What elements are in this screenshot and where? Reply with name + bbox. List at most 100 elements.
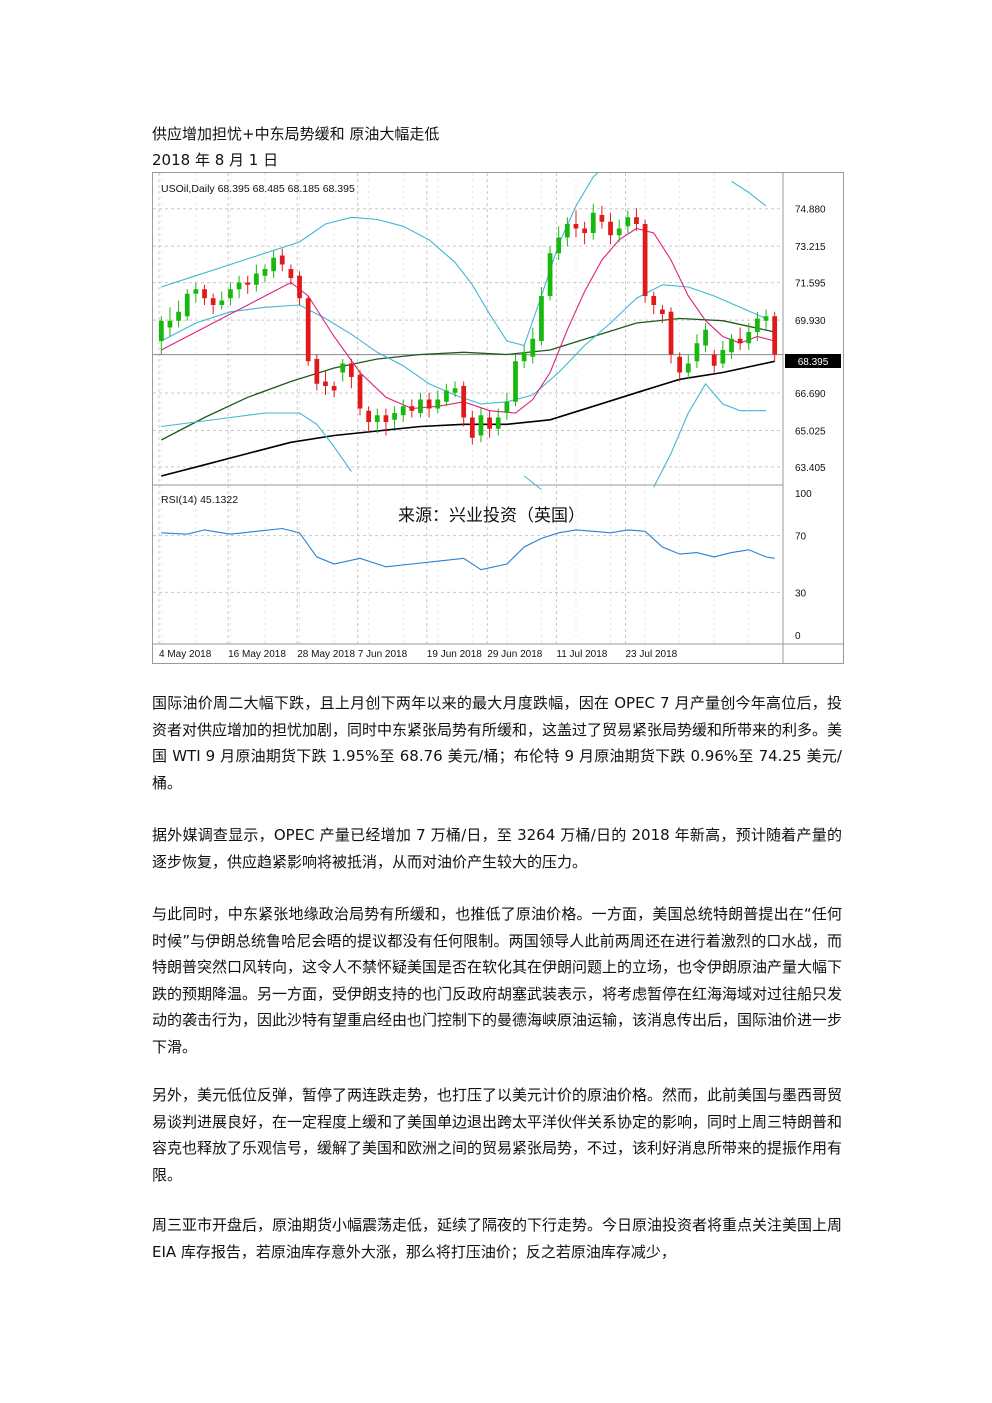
candle <box>504 392 510 420</box>
candle <box>288 264 294 285</box>
oil-price-chart: 74.880 73.215 71.595 69.930 66.690 65.025 63.4… <box>152 172 844 664</box>
candle <box>297 271 302 305</box>
price-tick-label: 69.930 <box>795 316 826 327</box>
candle-body <box>366 410 372 422</box>
candle-body <box>409 406 415 411</box>
candle-body <box>236 282 242 290</box>
candle <box>418 392 423 418</box>
candle-body <box>478 415 484 436</box>
candle <box>720 341 726 368</box>
candle-body <box>262 269 268 276</box>
chart-header: USOil,Daily 68.395 68.485 68.185 68.395 <box>161 183 355 195</box>
candle-body <box>772 316 778 355</box>
ma-black-line <box>161 360 775 477</box>
candle <box>305 296 311 366</box>
axis-labels: 74.880 73.215 71.595 69.930 66.690 65.025 63.4… <box>159 205 826 660</box>
candle-body <box>297 275 302 299</box>
rsi-tick-label: 30 <box>795 588 807 599</box>
candle <box>262 264 268 283</box>
candle <box>608 212 613 245</box>
candle <box>323 370 328 395</box>
candle-body <box>469 417 475 438</box>
candle-body <box>685 363 691 373</box>
candle-body <box>703 329 708 346</box>
candle <box>314 354 320 391</box>
price-tick-label: 63.405 <box>795 463 826 474</box>
candle <box>530 327 536 364</box>
candle-body <box>590 212 596 233</box>
paragraph-3: 与此同时，中东紧张地缘政治局势有所缓和，也推低了原油价格。一方面，美国总统特朗普… <box>152 905 843 1056</box>
date-tick-label: 23 Jul 2018 <box>626 649 678 660</box>
price-tick-label: 74.880 <box>795 205 826 216</box>
candle-body <box>556 237 562 254</box>
current-price-label: 68.395 <box>798 357 829 368</box>
candle-body <box>340 363 346 373</box>
rsi-line <box>161 527 775 571</box>
candle-body <box>582 228 588 233</box>
candle-body <box>228 289 233 299</box>
candle <box>444 383 449 407</box>
article-title: 供应增加担忧+中东局势缓和 原油大幅走低 <box>152 125 440 143</box>
candle <box>228 282 233 305</box>
candle-body <box>210 298 216 305</box>
candle <box>245 275 251 294</box>
date-tick-label: 11 Jul 2018 <box>556 649 607 660</box>
candle-body <box>668 311 674 355</box>
candle <box>426 392 432 418</box>
candle <box>210 293 216 314</box>
candle-body <box>176 311 181 321</box>
candle-body <box>374 415 380 422</box>
candle-body <box>435 399 441 409</box>
candle-body <box>729 338 734 353</box>
candle <box>539 287 544 346</box>
candle-body <box>323 381 328 386</box>
price-tick-label: 71.595 <box>795 279 826 290</box>
candle-body <box>314 359 320 384</box>
candle-body <box>357 374 363 409</box>
candle <box>236 275 242 299</box>
candle <box>556 226 562 260</box>
candle-body <box>737 338 743 344</box>
candle <box>677 352 683 382</box>
candle-body <box>400 406 406 416</box>
candle-body <box>573 224 579 229</box>
candle <box>202 284 207 305</box>
price-tick-label: 73.215 <box>795 242 826 253</box>
candle-body <box>651 296 657 305</box>
candle <box>634 208 639 231</box>
candle <box>340 359 346 382</box>
price-overlays <box>160 173 775 490</box>
candle <box>729 334 734 359</box>
candle-body <box>331 386 337 391</box>
candle <box>478 408 484 443</box>
candle-body <box>167 320 173 328</box>
candle <box>651 291 657 314</box>
candle-body <box>616 228 622 236</box>
candle-body <box>426 399 432 409</box>
candle-body <box>288 269 294 278</box>
candle <box>469 410 475 445</box>
candle-body <box>245 282 251 285</box>
candle <box>383 408 389 436</box>
date-tick-label: 28 May 2018 <box>297 649 355 660</box>
candle-body <box>202 289 207 299</box>
candle <box>573 210 579 238</box>
candle-body <box>193 289 199 294</box>
candle-body <box>253 273 259 285</box>
candle <box>694 334 700 368</box>
candle-body <box>711 354 717 366</box>
date-tick-label: 29 Jun 2018 <box>487 649 542 660</box>
candle-body <box>634 217 639 224</box>
candle-body <box>530 338 536 357</box>
candle <box>253 264 259 292</box>
chart-canvas: 74.880 73.215 71.595 69.930 66.690 65.025 63.4… <box>153 173 843 663</box>
date-tick-label: 16 May 2018 <box>228 649 286 660</box>
candle-body <box>746 332 752 344</box>
candle-body <box>625 217 631 227</box>
paragraph-4: 另外，美元低位反弹，暂停了两连跌走势，也打压了以美元计价的原油价格。然而，此前美… <box>152 1086 843 1184</box>
candle <box>374 408 380 434</box>
date-tick-label: 19 Jun 2018 <box>427 649 482 660</box>
candle-body <box>599 215 605 222</box>
candle-body <box>452 388 458 393</box>
candle-body <box>720 350 726 364</box>
